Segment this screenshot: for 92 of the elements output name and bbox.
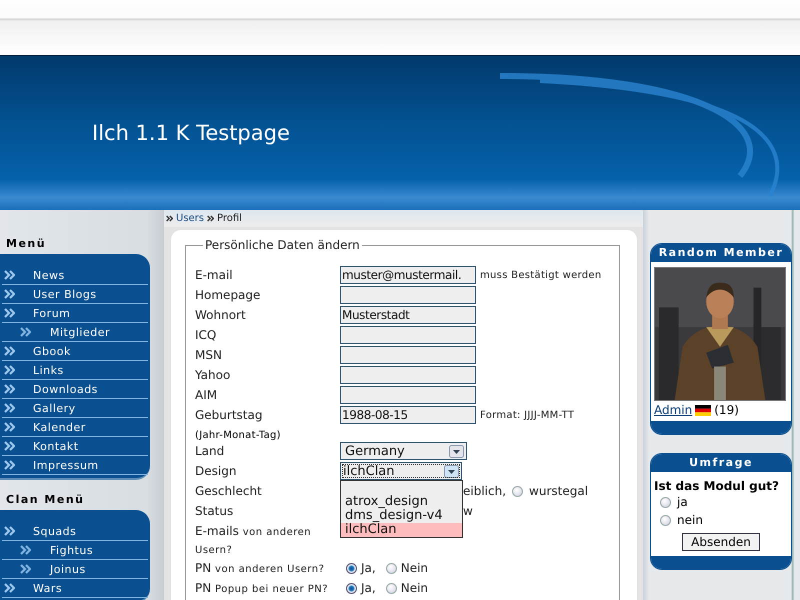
option-label: Nein <box>400 580 428 597</box>
option-label: Ja, <box>361 580 376 597</box>
double-chevron-icon <box>4 289 15 299</box>
menu-link[interactable]: Kontakt <box>2 437 148 456</box>
radio-button[interactable] <box>346 562 357 574</box>
member-age: (19) <box>714 403 739 417</box>
double-chevron-icon <box>4 583 15 593</box>
field-note: Format: JJJJ-MM-TT <box>480 410 574 420</box>
dropdown-select[interactable]: ilchClan <box>340 462 462 480</box>
field-label: ICQ <box>195 327 218 343</box>
field-label: MSN <box>195 347 223 363</box>
field-hint: (Jahr-Monat-Tag) <box>195 429 282 442</box>
dropdown-option[interactable]: ilchClan <box>341 523 462 537</box>
form-title: Persönliche Daten ändern <box>204 238 361 252</box>
option-label: Ja, <box>361 560 376 577</box>
site-title: Ilch 1.1 K Testpage <box>92 121 290 145</box>
radio-button[interactable] <box>660 496 671 508</box>
text-field[interactable]: muster@mustermail. <box>340 266 476 284</box>
menu-link[interactable]: Mitglieder <box>2 323 148 342</box>
double-chevron-icon <box>4 460 15 470</box>
poll-question: Ist das Modul gut? <box>654 478 780 493</box>
option-label: eiblich, <box>463 483 506 500</box>
field-note: muss Bestätigt werden <box>480 270 602 280</box>
double-chevron-icon <box>20 327 31 337</box>
double-chevron-icon <box>207 215 214 222</box>
field-label: Land <box>195 443 226 459</box>
text-field[interactable]: 1988-08-15 <box>340 406 476 424</box>
field-label: E-mails von anderen Usern? <box>195 523 312 558</box>
dropdown-option[interactable]: atrox_design <box>341 495 462 509</box>
double-chevron-icon <box>4 526 15 536</box>
field-label: Status <box>195 503 234 519</box>
menu-link[interactable]: User Blogs <box>2 285 148 304</box>
double-chevron-icon <box>4 346 15 356</box>
option-label: ja <box>677 495 688 509</box>
panel-title: Umfrage <box>651 454 791 472</box>
breadcrumb-current: Profil <box>217 213 242 224</box>
field-label: PN Popup bei neuer PN? <box>195 580 330 597</box>
double-chevron-icon <box>4 403 15 413</box>
radio-button[interactable] <box>346 582 357 594</box>
radio-button[interactable] <box>386 582 397 594</box>
dropdown-option[interactable]: dms_design-v4 <box>341 509 462 523</box>
menu-link[interactable]: Impressum <box>2 456 148 475</box>
submit-button[interactable]: Absenden <box>682 533 760 551</box>
menu-link[interactable]: Gallery <box>2 399 148 418</box>
double-chevron-icon <box>4 422 15 432</box>
menu-link[interactable]: Links <box>2 361 148 380</box>
menu-link[interactable]: Gbook <box>2 342 148 361</box>
text-field[interactable] <box>340 366 476 384</box>
menu-link[interactable]: Fightus <box>2 541 148 560</box>
double-chevron-icon <box>4 270 15 280</box>
breadcrumb-link[interactable]: Users <box>176 213 204 224</box>
double-chevron-icon <box>4 308 15 318</box>
field-label: Geburtstag <box>195 407 264 423</box>
field-label: Design <box>195 463 238 479</box>
radio-button[interactable] <box>660 514 671 526</box>
double-chevron-icon <box>166 215 173 222</box>
dropdown-select[interactable]: Germany <box>340 442 467 460</box>
field-label: Homepage <box>195 287 262 303</box>
menu-link[interactable]: Squads <box>2 522 148 541</box>
double-chevron-icon <box>4 365 15 375</box>
menu-link[interactable]: News <box>2 266 148 285</box>
menu-link[interactable]: Downloads <box>2 380 148 399</box>
text-field[interactable] <box>340 346 476 364</box>
text-field[interactable]: Musterstadt <box>340 306 476 324</box>
double-chevron-icon <box>4 441 15 451</box>
menu-link[interactable]: Forum <box>2 304 148 323</box>
menu-link[interactable]: Joinus <box>2 560 148 579</box>
menu-heading: Clan Menü <box>5 492 86 508</box>
option-label: nein <box>677 513 703 527</box>
menu-heading: Menü <box>5 236 48 252</box>
menu-link[interactable]: Wars <box>2 579 148 598</box>
field-label: AIM <box>195 387 218 403</box>
double-chevron-icon <box>20 564 31 574</box>
panel-title: Random Member <box>651 244 791 262</box>
field-label: PN von anderen Usern? <box>195 560 326 577</box>
option-label: Nein <box>400 560 428 577</box>
flag-icon <box>695 404 712 416</box>
double-chevron-icon <box>20 545 31 555</box>
double-chevron-icon <box>4 384 15 394</box>
field-label: Wohnort <box>195 307 247 323</box>
radio-button[interactable] <box>386 562 397 574</box>
text-field[interactable] <box>340 286 476 304</box>
field-label: Geschlecht <box>195 483 263 499</box>
text-field[interactable] <box>340 326 476 344</box>
member-link[interactable]: Admin <box>654 403 692 417</box>
field-label: E-mail <box>195 267 234 283</box>
menu-link[interactable]: Kalender <box>2 418 148 437</box>
field-label: Yahoo <box>195 367 232 383</box>
option-label: wurstegal <box>529 483 588 500</box>
text-field[interactable] <box>340 386 476 404</box>
option-label: w <box>463 503 473 520</box>
radio-button[interactable] <box>512 486 524 496</box>
